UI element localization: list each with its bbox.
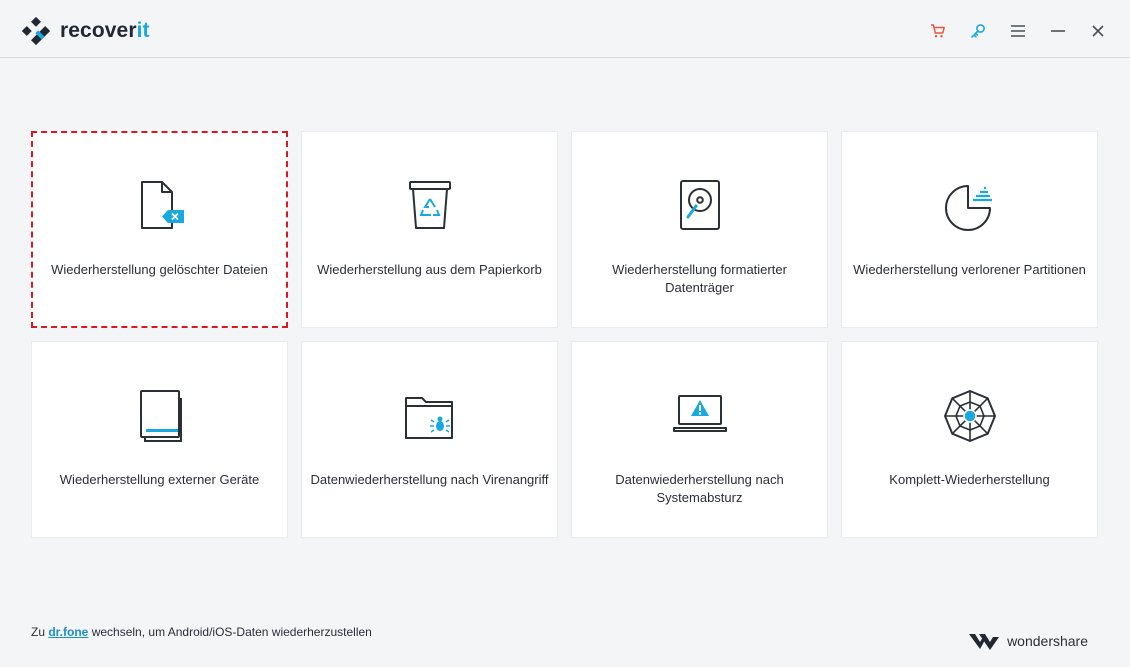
card-label: Komplett-Wiederherstellung bbox=[889, 472, 1050, 487]
close-button[interactable] bbox=[1078, 16, 1118, 46]
card-lost-partitions[interactable]: Wiederherstellung verlorener Partitionen bbox=[841, 131, 1098, 328]
card-external-devices[interactable]: Wiederherstellung externer Geräte bbox=[31, 341, 288, 538]
cart-icon bbox=[931, 24, 945, 38]
card-deleted-files[interactable]: Wiederherstellung gelöschter Dateien bbox=[31, 131, 288, 328]
partition-pie-icon bbox=[942, 178, 998, 234]
card-recycle-bin[interactable]: Wiederherstellung aus dem Papierkorb bbox=[301, 131, 558, 328]
card-label: Datenwiederherstellung nach Systemabstur… bbox=[615, 472, 784, 505]
card-system-crash[interactable]: Datenwiederherstellung nach Systemabstur… bbox=[571, 341, 828, 538]
wondershare-logo-icon bbox=[969, 634, 1000, 650]
external-device-icon bbox=[132, 388, 188, 444]
drfone-switch-hint: Zu dr.fone wechseln, um Android/iOS-Date… bbox=[31, 625, 372, 639]
deleted-file-icon bbox=[132, 178, 188, 234]
close-icon bbox=[1092, 25, 1104, 37]
cart-button[interactable] bbox=[918, 16, 958, 46]
wondershare-brand: wondershare bbox=[969, 632, 1088, 650]
card-label: Wiederherstellung formatierter Datenträg… bbox=[612, 262, 787, 295]
complete-recovery-icon bbox=[942, 388, 998, 444]
card-label: Wiederherstellung externer Geräte bbox=[59, 472, 260, 487]
recoverit-logo-icon bbox=[21, 16, 51, 46]
card-virus-attack[interactable]: Datenwiederherstellung nach Virenangriff bbox=[301, 341, 558, 538]
card-label: Datenwiederherstellung nach Virenangriff bbox=[310, 472, 549, 487]
virus-folder-icon bbox=[402, 388, 458, 444]
card-label: Wiederherstellung verlorener Partitionen bbox=[853, 262, 1086, 277]
menu-icon bbox=[1011, 25, 1025, 37]
app-name: recoverit bbox=[60, 19, 150, 42]
key-icon bbox=[971, 24, 985, 38]
brand-name: wondershare bbox=[1007, 633, 1088, 649]
recovery-mode-grid: Wiederherstellung gelöschter Dateien Wie… bbox=[31, 131, 1099, 539]
menu-button[interactable] bbox=[998, 16, 1038, 46]
card-complete-recovery[interactable]: Komplett-Wiederherstellung bbox=[841, 341, 1098, 538]
system-crash-laptop-icon bbox=[672, 388, 728, 444]
recycle-bin-icon bbox=[402, 178, 458, 234]
minimize-icon bbox=[1051, 30, 1065, 32]
card-formatted-drive[interactable]: Wiederherstellung formatierter Datenträg… bbox=[571, 131, 828, 328]
app-logo: recoverit bbox=[20, 15, 150, 47]
hard-drive-icon bbox=[672, 178, 728, 234]
minimize-button[interactable] bbox=[1038, 16, 1078, 46]
card-label: Wiederherstellung aus dem Papierkorb bbox=[317, 262, 542, 277]
card-label: Wiederherstellung gelöschter Dateien bbox=[51, 262, 268, 277]
recoverit-window: recoverit Wiederherstellung gelöschter D… bbox=[0, 0, 1130, 667]
register-key-button[interactable] bbox=[958, 16, 998, 46]
window-controls bbox=[918, 16, 1118, 46]
title-bar: recoverit bbox=[0, 0, 1130, 58]
drfone-link[interactable]: dr.fone bbox=[48, 625, 88, 639]
